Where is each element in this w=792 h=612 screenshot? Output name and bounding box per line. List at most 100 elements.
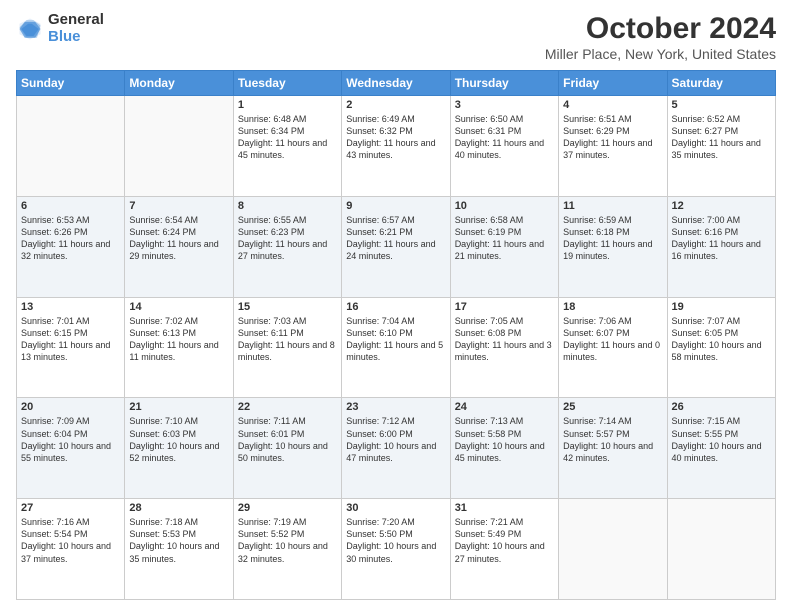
day-info: Sunrise: 7:16 AM Sunset: 5:54 PM Dayligh… <box>21 516 120 565</box>
logo-icon <box>16 15 44 43</box>
calendar-week-2: 6 Sunrise: 6:53 AM Sunset: 6:26 PM Daylig… <box>17 196 776 297</box>
table-row: 14 Sunrise: 7:02 AM Sunset: 6:13 PM Dayli… <box>125 297 233 398</box>
day-info: Sunrise: 7:12 AM Sunset: 6:00 PM Dayligh… <box>346 415 445 464</box>
day-info: Sunrise: 7:00 AM Sunset: 6:16 PM Dayligh… <box>672 214 771 263</box>
day-number: 18 <box>563 301 662 313</box>
table-row: 18 Sunrise: 7:06 AM Sunset: 6:07 PM Dayli… <box>559 297 667 398</box>
table-row: 13Sunrise: 7:01 AM Sunset: 6:15 PM Dayli… <box>17 297 125 398</box>
col-tuesday: Tuesday <box>233 71 341 96</box>
table-row: 31Sunrise: 7:21 AM Sunset: 5:49 PM Dayli… <box>450 499 558 600</box>
page: General Blue October 2024 Miller Place, … <box>0 0 792 612</box>
table-row: 7 Sunrise: 6:54 AM Sunset: 6:24 PM Daylig… <box>125 196 233 297</box>
day-info: Sunrise: 7:09 AM Sunset: 6:04 PM Dayligh… <box>21 415 120 464</box>
table-row: 4 Sunrise: 6:51 AM Sunset: 6:29 PM Daylig… <box>559 96 667 197</box>
day-info: Sunrise: 7:19 AM Sunset: 5:52 PM Dayligh… <box>238 516 337 565</box>
table-row: 1Sunrise: 6:48 AM Sunset: 6:34 PM Daylig… <box>233 96 341 197</box>
table-row: 28Sunrise: 7:18 AM Sunset: 5:53 PM Dayli… <box>125 499 233 600</box>
day-number: 11 <box>563 200 662 212</box>
logo-blue: Blue <box>48 29 104 46</box>
table-row: 15 Sunrise: 7:03 AM Sunset: 6:11 PM Dayli… <box>233 297 341 398</box>
table-row: 27 Sunrise: 7:16 AM Sunset: 5:54 PM Dayli… <box>17 499 125 600</box>
day-number: 24 <box>455 401 554 413</box>
header: General Blue October 2024 Miller Place, … <box>16 12 776 62</box>
day-number: 7 <box>129 200 228 212</box>
logo-general: General <box>48 12 104 29</box>
day-info: Sunrise: 6:55 AM Sunset: 6:23 PM Dayligh… <box>238 214 337 263</box>
day-number: 23 <box>346 401 445 413</box>
day-number: 10 <box>455 200 554 212</box>
table-row: 2 Sunrise: 6:49 AM Sunset: 6:32 PM Daylig… <box>342 96 450 197</box>
table-row: 16 Sunrise: 7:04 AM Sunset: 6:10 PM Dayli… <box>342 297 450 398</box>
day-info: Sunrise: 6:57 AM Sunset: 6:21 PM Dayligh… <box>346 214 445 263</box>
table-row <box>667 499 775 600</box>
day-info: Sunrise: 7:10 AM Sunset: 6:03 PM Dayligh… <box>129 415 228 464</box>
calendar-week-1: 1Sunrise: 6:48 AM Sunset: 6:34 PM Daylig… <box>17 96 776 197</box>
day-number: 9 <box>346 200 445 212</box>
day-number: 25 <box>563 401 662 413</box>
table-row: 21 Sunrise: 7:10 AM Sunset: 6:03 PM Dayli… <box>125 398 233 499</box>
table-row <box>17 96 125 197</box>
table-row: 30Sunrise: 7:20 AM Sunset: 5:50 PM Dayli… <box>342 499 450 600</box>
day-number: 2 <box>346 99 445 111</box>
day-number: 15 <box>238 301 337 313</box>
day-info: Sunrise: 6:54 AM Sunset: 6:24 PM Dayligh… <box>129 214 228 263</box>
day-number: 27 <box>21 502 120 514</box>
day-number: 21 <box>129 401 228 413</box>
day-info: Sunrise: 7:05 AM Sunset: 6:08 PM Dayligh… <box>455 315 554 364</box>
calendar: Sunday Monday Tuesday Wednesday Thursday… <box>16 70 776 600</box>
col-sunday: Sunday <box>17 71 125 96</box>
day-info: Sunrise: 6:58 AM Sunset: 6:19 PM Dayligh… <box>455 214 554 263</box>
table-row: 17Sunrise: 7:05 AM Sunset: 6:08 PM Dayli… <box>450 297 558 398</box>
table-row: 19 Sunrise: 7:07 AM Sunset: 6:05 PM Dayli… <box>667 297 775 398</box>
table-row: 10 Sunrise: 6:58 AM Sunset: 6:19 PM Dayli… <box>450 196 558 297</box>
calendar-week-3: 13Sunrise: 7:01 AM Sunset: 6:15 PM Dayli… <box>17 297 776 398</box>
day-info: Sunrise: 7:07 AM Sunset: 6:05 PM Dayligh… <box>672 315 771 364</box>
day-info: Sunrise: 6:53 AM Sunset: 6:26 PM Dayligh… <box>21 214 120 263</box>
day-number: 30 <box>346 502 445 514</box>
col-thursday: Thursday <box>450 71 558 96</box>
day-number: 14 <box>129 301 228 313</box>
table-row: 6 Sunrise: 6:53 AM Sunset: 6:26 PM Daylig… <box>17 196 125 297</box>
col-saturday: Saturday <box>667 71 775 96</box>
col-friday: Friday <box>559 71 667 96</box>
day-info: Sunrise: 7:14 AM Sunset: 5:57 PM Dayligh… <box>563 415 662 464</box>
table-row: 12Sunrise: 7:00 AM Sunset: 6:16 PM Dayli… <box>667 196 775 297</box>
table-row <box>559 499 667 600</box>
calendar-week-5: 27 Sunrise: 7:16 AM Sunset: 5:54 PM Dayli… <box>17 499 776 600</box>
table-row: 3 Sunrise: 6:50 AM Sunset: 6:31 PM Daylig… <box>450 96 558 197</box>
day-number: 13 <box>21 301 120 313</box>
table-row: 11Sunrise: 6:59 AM Sunset: 6:18 PM Dayli… <box>559 196 667 297</box>
day-info: Sunrise: 7:13 AM Sunset: 5:58 PM Dayligh… <box>455 415 554 464</box>
day-info: Sunrise: 7:04 AM Sunset: 6:10 PM Dayligh… <box>346 315 445 364</box>
day-info: Sunrise: 6:50 AM Sunset: 6:31 PM Dayligh… <box>455 113 554 162</box>
day-info: Sunrise: 6:51 AM Sunset: 6:29 PM Dayligh… <box>563 113 662 162</box>
day-info: Sunrise: 7:06 AM Sunset: 6:07 PM Dayligh… <box>563 315 662 364</box>
table-row <box>125 96 233 197</box>
day-info: Sunrise: 6:52 AM Sunset: 6:27 PM Dayligh… <box>672 113 771 162</box>
location: Miller Place, New York, United States <box>545 46 776 62</box>
day-number: 8 <box>238 200 337 212</box>
day-number: 4 <box>563 99 662 111</box>
day-info: Sunrise: 7:02 AM Sunset: 6:13 PM Dayligh… <box>129 315 228 364</box>
day-number: 20 <box>21 401 120 413</box>
day-number: 6 <box>21 200 120 212</box>
day-number: 26 <box>672 401 771 413</box>
table-row: 20 Sunrise: 7:09 AM Sunset: 6:04 PM Dayli… <box>17 398 125 499</box>
col-wednesday: Wednesday <box>342 71 450 96</box>
day-info: Sunrise: 7:03 AM Sunset: 6:11 PM Dayligh… <box>238 315 337 364</box>
calendar-header-row: Sunday Monday Tuesday Wednesday Thursday… <box>17 71 776 96</box>
table-row: 8 Sunrise: 6:55 AM Sunset: 6:23 PM Daylig… <box>233 196 341 297</box>
table-row: 24 Sunrise: 7:13 AM Sunset: 5:58 PM Dayli… <box>450 398 558 499</box>
logo-text: General Blue <box>48 12 104 45</box>
table-row: 5Sunrise: 6:52 AM Sunset: 6:27 PM Daylig… <box>667 96 775 197</box>
day-number: 28 <box>129 502 228 514</box>
day-number: 16 <box>346 301 445 313</box>
col-monday: Monday <box>125 71 233 96</box>
table-row: 25 Sunrise: 7:14 AM Sunset: 5:57 PM Dayli… <box>559 398 667 499</box>
table-row: 9 Sunrise: 6:57 AM Sunset: 6:21 PM Daylig… <box>342 196 450 297</box>
table-row: 23 Sunrise: 7:12 AM Sunset: 6:00 PM Dayli… <box>342 398 450 499</box>
day-info: Sunrise: 6:49 AM Sunset: 6:32 PM Dayligh… <box>346 113 445 162</box>
calendar-week-4: 20 Sunrise: 7:09 AM Sunset: 6:04 PM Dayli… <box>17 398 776 499</box>
day-number: 19 <box>672 301 771 313</box>
day-number: 3 <box>455 99 554 111</box>
